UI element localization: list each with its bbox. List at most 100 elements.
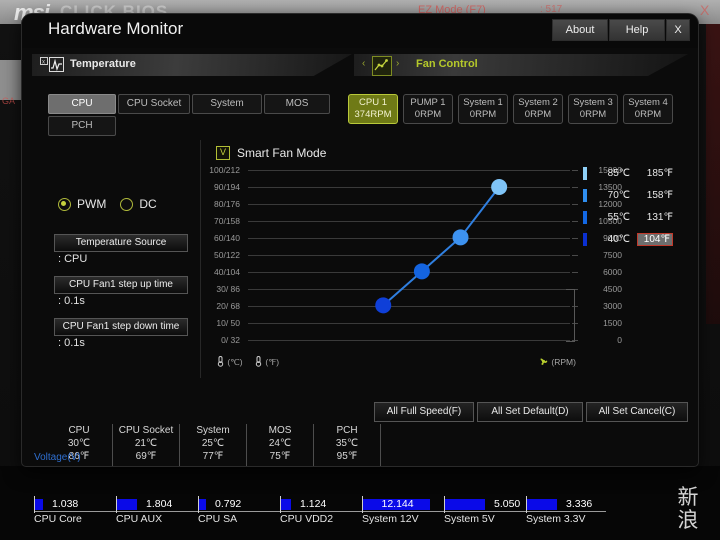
temp-tab-pch[interactable]: PCH bbox=[48, 116, 116, 136]
curve-point[interactable] bbox=[413, 263, 430, 280]
y-axis-tick: 70/158 bbox=[214, 216, 240, 226]
radio-pwm-label: PWM bbox=[77, 197, 107, 211]
fan-tab-rpm: 0RPM bbox=[634, 109, 662, 120]
temp-readout-name: System bbox=[196, 425, 230, 436]
temp-readout-fahrenheit: 77℉ bbox=[202, 451, 224, 462]
voltage-value: 3.336 bbox=[566, 498, 593, 510]
fan-curve-chart: V Smart Fan Mode 100/212 90/194 80/176 70/1… bbox=[208, 142, 698, 382]
fan-tab-system-3[interactable]: System 3 0RPM bbox=[568, 94, 618, 124]
fan-tab-system-4[interactable]: System 4 0RPM bbox=[623, 94, 673, 124]
radio-dc[interactable] bbox=[120, 197, 134, 211]
legend-fahrenheit: 158℉ bbox=[646, 189, 673, 201]
temperature-section-label: Temperature bbox=[70, 58, 136, 70]
step-down-time-button[interactable]: CPU Fan1 step down time bbox=[54, 318, 188, 336]
right-axis-tick-mark bbox=[572, 221, 578, 222]
about-button[interactable]: About bbox=[552, 19, 608, 41]
temp-tab-system[interactable]: System bbox=[192, 94, 262, 114]
legend-percent: 38% bbox=[687, 212, 698, 223]
voltage-name: CPU SA bbox=[198, 513, 238, 525]
voltage-name: CPU Core bbox=[34, 513, 82, 525]
fahrenheit-unit-text: (℉) bbox=[265, 357, 280, 367]
step-down-time-value: : 0.1s bbox=[58, 337, 85, 349]
help-button[interactable]: Help bbox=[609, 19, 665, 41]
right-axis-tick: 6000 bbox=[603, 267, 622, 277]
curve-point[interactable] bbox=[491, 179, 508, 195]
temp-readout-cell: MOS 24℃ 75℉ bbox=[247, 424, 314, 466]
voltage-bar-fill bbox=[35, 499, 43, 510]
bios-close-icon[interactable]: X bbox=[700, 2, 709, 18]
right-axis-tick-mark bbox=[572, 204, 578, 205]
fan-curve-line[interactable] bbox=[248, 170, 570, 340]
legend-color-swatch bbox=[583, 166, 587, 180]
svg-text:x: x bbox=[42, 60, 45, 66]
radio-pwm[interactable] bbox=[58, 197, 71, 211]
temp-readout-celsius: 24℃ bbox=[268, 438, 292, 449]
step-up-time-button[interactable]: CPU Fan1 step up time bbox=[54, 276, 188, 294]
right-axis-tick-mark bbox=[572, 272, 578, 273]
right-axis-tick: 3000 bbox=[603, 301, 622, 311]
fan-tab-name: System 4 bbox=[628, 97, 668, 108]
smart-fan-mode-row: V Smart Fan Mode bbox=[216, 146, 326, 160]
fan-tab-rpm: 0RPM bbox=[524, 109, 552, 120]
temp-readout-cell: PCH 35℃ 95℉ bbox=[314, 424, 381, 466]
fan-tab-name: System 1 bbox=[463, 97, 503, 108]
close-button[interactable]: X bbox=[666, 19, 690, 41]
legend-percent: 63% bbox=[687, 190, 698, 201]
temp-tab-cpu[interactable]: CPU bbox=[48, 94, 116, 114]
bios-ga-label: GA bbox=[2, 96, 16, 106]
temp-tab-cpu-socket[interactable]: CPU Socket bbox=[118, 94, 190, 114]
hardware-monitor-window: Hardware Monitor About Help X x Temperat… bbox=[22, 14, 698, 466]
voltage-item: 3.336 System 3.3V bbox=[526, 488, 608, 525]
voltage-value: 12.144 bbox=[381, 498, 414, 510]
all-set-default-button[interactable]: All Set Default(D) bbox=[477, 402, 583, 422]
fan-tab-rpm: 0RPM bbox=[414, 109, 442, 120]
fan-tab-cpu-1[interactable]: CPU 1 374RPM bbox=[348, 94, 398, 124]
window-buttons: About Help X bbox=[552, 19, 690, 41]
temp-readout-cell: System 25℃ 77℉ bbox=[180, 424, 247, 466]
temp-readout-fahrenheit: 95℉ bbox=[336, 451, 358, 462]
temp-readout-celsius: 25℃ bbox=[201, 438, 225, 449]
voltage-bar-fill bbox=[445, 499, 485, 510]
bios-right-accent bbox=[706, 24, 720, 324]
all-full-speed-button[interactable]: All Full Speed(F) bbox=[374, 402, 474, 422]
y-axis-tick: 90/194 bbox=[214, 182, 240, 192]
fan-tab-pump-1[interactable]: PUMP 1 0RPM bbox=[403, 94, 453, 124]
fan-control-section-label: Fan Control bbox=[416, 58, 478, 70]
voltage-item: 0.792 CPU SA bbox=[198, 488, 280, 525]
temperature-waveform-icon: x bbox=[40, 57, 64, 73]
legend-celsius: 70℃ bbox=[607, 189, 630, 201]
voltage-name: System 3.3V bbox=[526, 513, 586, 525]
curve-point[interactable] bbox=[375, 297, 392, 314]
fan-mode-radio-group: PWM DC bbox=[58, 197, 157, 211]
voltage-item: 5.050 System 5V bbox=[444, 488, 526, 525]
right-axis-tick-mark bbox=[572, 170, 578, 171]
voltage-bar-fill bbox=[117, 499, 137, 510]
fan-tab-name: PUMP 1 bbox=[410, 97, 446, 108]
voltage-name: CPU VDD2 bbox=[280, 513, 334, 525]
legend-row: 70℃ 158℉ 63% bbox=[583, 186, 698, 204]
window-title-bar: Hardware Monitor About Help X bbox=[22, 14, 698, 48]
all-set-cancel-button[interactable]: All Set Cancel(C) bbox=[586, 402, 688, 422]
voltage-bars: 1.038 CPU Core 1.804 CPU AUX 0.792 CPU SA 1.12… bbox=[34, 488, 604, 525]
legend-celsius: 40℃ bbox=[607, 233, 630, 245]
celsius-unit-label: (℃) bbox=[216, 356, 243, 368]
voltage-section-label: Voltage(V) bbox=[34, 452, 81, 463]
fan-tab-system-1[interactable]: System 1 0RPM bbox=[458, 94, 508, 124]
right-axis-tick: 1500 bbox=[603, 318, 622, 328]
legend-fahrenheit[interactable]: 104℉ bbox=[637, 232, 673, 246]
legend-row: 40℃ 104℉ 13% bbox=[583, 230, 698, 248]
smart-fan-mode-checkbox[interactable]: V bbox=[216, 146, 230, 160]
temp-tab-mos[interactable]: MOS bbox=[264, 94, 330, 114]
breadcrumb-next-icon[interactable]: › bbox=[396, 58, 399, 69]
legend-fahrenheit: 131℉ bbox=[646, 211, 673, 223]
right-axis-tick: 4500 bbox=[603, 284, 622, 294]
temperature-section-header: x Temperature bbox=[32, 54, 352, 76]
curve-point[interactable] bbox=[452, 229, 469, 246]
legend-percent: 13% bbox=[687, 234, 698, 245]
legend-color-swatch bbox=[583, 210, 587, 224]
breadcrumb-prev-icon[interactable]: ‹ bbox=[362, 58, 365, 69]
fan-tab-system-2[interactable]: System 2 0RPM bbox=[513, 94, 563, 124]
chart-plot-area: 100/212 90/194 80/176 70/158 60/140 50/122 40/… bbox=[209, 165, 622, 345]
temperature-source-button[interactable]: Temperature Source bbox=[54, 234, 188, 252]
temperature-source-value: : CPU bbox=[58, 253, 88, 265]
